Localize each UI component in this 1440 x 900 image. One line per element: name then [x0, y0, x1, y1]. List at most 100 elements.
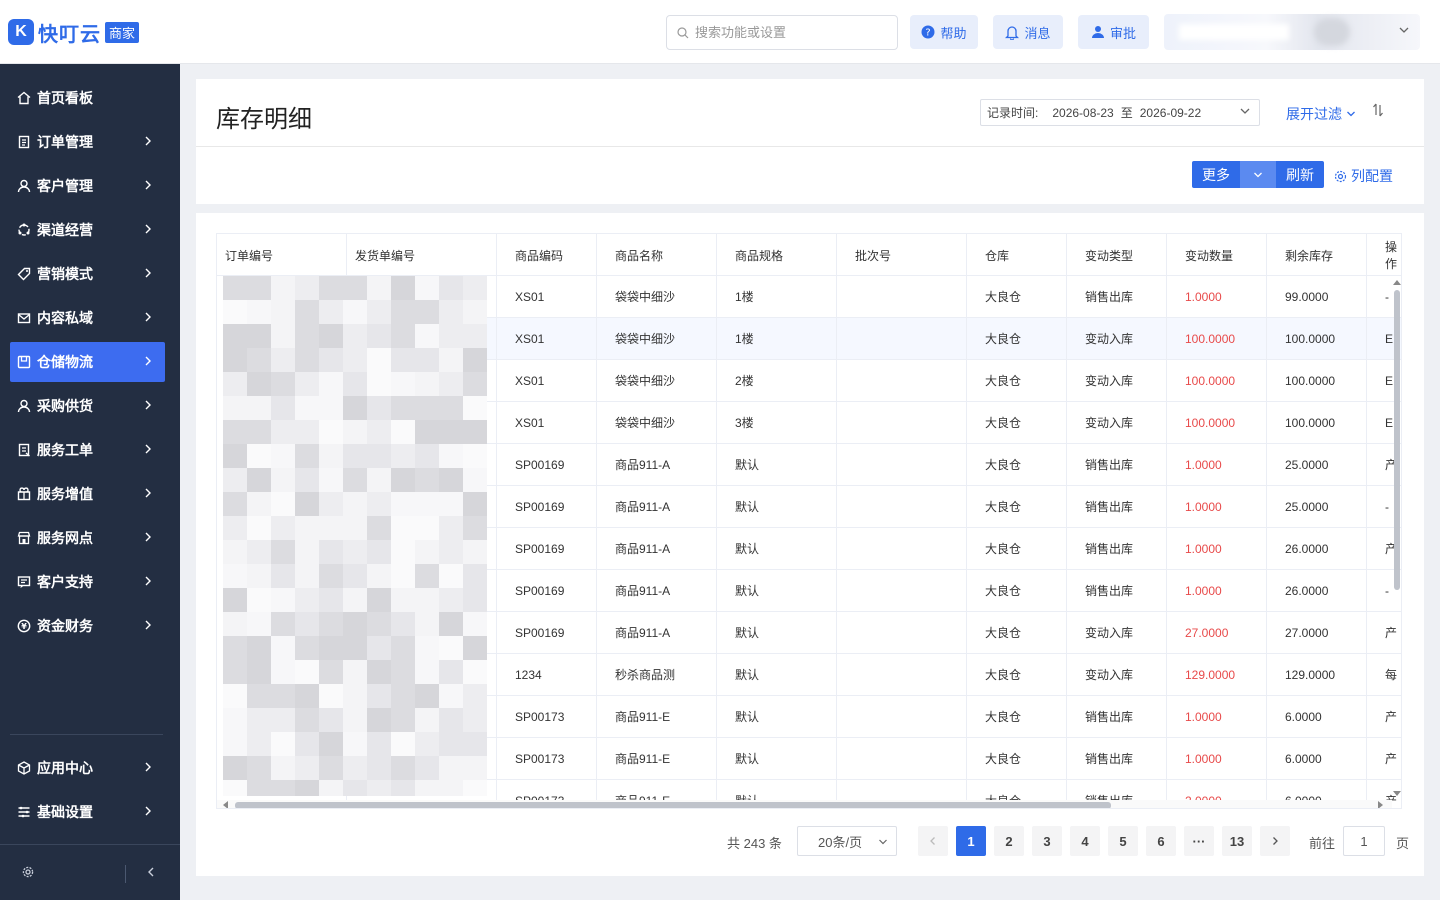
redaction-pixel — [415, 324, 439, 348]
gear-icon[interactable] — [22, 866, 34, 881]
sidebar-item-6[interactable]: 仓储物流 — [10, 342, 165, 382]
column-header[interactable]: 剩余库存 — [1267, 234, 1367, 276]
sidebar-item-4[interactable]: 营销模式 — [10, 254, 165, 294]
column-header[interactable]: 变动类型 — [1067, 234, 1167, 276]
app-logo[interactable]: K 快叮云 商家 — [8, 18, 140, 46]
approval-button[interactable]: 审批 — [1078, 15, 1149, 49]
column-header[interactable]: 商品规格 — [717, 234, 837, 276]
remain-cell: 100.0000 — [1267, 318, 1367, 359]
sidebar-item-3[interactable]: 渠道经营 — [10, 210, 165, 250]
finance-icon: ¥ — [17, 619, 31, 633]
date-range-picker[interactable]: 记录时间: 2026-08-23 至 2026-09-22 — [980, 99, 1260, 126]
sidebar-item-7[interactable]: 采购供货 — [10, 386, 165, 426]
user-profile-menu[interactable] — [1164, 14, 1420, 50]
redaction-pixel — [319, 372, 343, 396]
support-icon — [17, 575, 31, 589]
redaction-pixel — [463, 636, 487, 660]
page-button[interactable]: 13 — [1222, 826, 1252, 856]
redaction-pixel — [367, 684, 391, 708]
search-input[interactable] — [695, 25, 885, 40]
column-header[interactable]: 发货单编号 — [347, 234, 497, 276]
expand-filter-link[interactable]: 展开过滤 — [1286, 104, 1356, 124]
spec-cell: 2楼 — [717, 360, 837, 401]
column-config-button[interactable]: 列配置 — [1334, 166, 1393, 186]
remain-cell: 25.0000 — [1267, 486, 1367, 527]
sidebar-item-8[interactable]: 服务工单 — [10, 430, 165, 470]
column-header[interactable]: 仓库 — [967, 234, 1067, 276]
redaction-pixel — [367, 420, 391, 444]
redaction-pixel — [271, 756, 295, 780]
redaction-pixel — [391, 660, 415, 684]
sort-icon[interactable] — [1372, 103, 1384, 120]
next-page-button[interactable] — [1260, 826, 1290, 856]
sidebar-bottom-item-0[interactable]: 应用中心 — [10, 748, 165, 788]
redaction-pixel — [463, 276, 487, 300]
redaction-pixel — [295, 492, 319, 516]
sidebar-item-2[interactable]: 客户管理 — [10, 166, 165, 206]
chevron-right-icon — [143, 486, 153, 503]
page-button[interactable]: 4 — [1070, 826, 1100, 856]
goto-page-input[interactable] — [1343, 826, 1385, 856]
remain-cell: 6.0000 — [1267, 696, 1367, 737]
column-header[interactable]: 订单编号 — [217, 234, 347, 276]
search-box[interactable] — [666, 15, 898, 50]
collapse-sidebar-icon[interactable] — [146, 866, 156, 881]
sidebar-item-1[interactable]: 订单管理 — [10, 122, 165, 162]
redaction-pixel — [415, 396, 439, 420]
redaction-pixel — [343, 660, 367, 684]
redaction-pixel — [415, 564, 439, 588]
column-header[interactable]: 商品编码 — [497, 234, 597, 276]
redaction-pixel — [463, 300, 487, 324]
date-to[interactable]: 2026-09-22 — [1140, 106, 1201, 120]
page-button[interactable]: 5 — [1108, 826, 1138, 856]
column-header[interactable]: 变动数量 — [1167, 234, 1267, 276]
redaction-pixel — [295, 708, 319, 732]
redaction-pixel — [439, 732, 463, 756]
redaction-pixel — [391, 396, 415, 420]
refresh-button[interactable]: 刷新 — [1276, 161, 1324, 188]
sidebar-item-5[interactable]: 内容私域 — [10, 298, 165, 338]
redaction-pixel — [271, 780, 295, 796]
page-button[interactable]: 3 — [1032, 826, 1062, 856]
sidebar-item-0[interactable]: 首页看板 — [10, 78, 165, 118]
date-from[interactable]: 2026-08-23 — [1052, 106, 1113, 120]
sidebar-item-label: 订单管理 — [37, 134, 93, 150]
column-header[interactable]: 操作 — [1367, 234, 1401, 276]
sidebar-bottom-item-1[interactable]: 基础设置 — [10, 792, 165, 832]
redaction-pixel — [463, 660, 487, 684]
column-header[interactable]: 批次号 — [837, 234, 967, 276]
redaction-pixel — [415, 708, 439, 732]
redaction-pixel — [319, 348, 343, 372]
more-button[interactable]: 更多 — [1192, 161, 1240, 188]
more-dropdown-button[interactable] — [1240, 161, 1276, 188]
vertical-scrollbar[interactable] — [1392, 278, 1401, 800]
qty-cell: 1.0000 — [1167, 444, 1267, 485]
page-title: 库存明细 — [216, 105, 312, 133]
redaction-pixel — [223, 780, 247, 796]
sidebar-item-10[interactable]: 服务网点 — [10, 518, 165, 558]
home-icon — [17, 91, 31, 105]
vertical-scroll-thumb[interactable] — [1394, 290, 1400, 590]
redaction-pixel — [319, 444, 343, 468]
code-cell: SP00173 — [497, 696, 597, 737]
sidebar-item-12[interactable]: ¥ 资金财务 — [10, 606, 165, 646]
sidebar-item-9[interactable]: 服务增值 — [10, 474, 165, 514]
redaction-pixel — [391, 708, 415, 732]
page-button[interactable]: 1 — [956, 826, 986, 856]
horizontal-scroll-thumb[interactable] — [235, 802, 1111, 808]
type-cell: 变动入库 — [1067, 402, 1167, 443]
sidebar-item-label: 资金财务 — [37, 618, 93, 634]
prev-page-button[interactable] — [918, 826, 948, 856]
sidebar-item-11[interactable]: 客户支持 — [10, 562, 165, 602]
horizontal-scrollbar[interactable] — [217, 800, 1392, 808]
column-header[interactable]: 商品名称 — [597, 234, 717, 276]
messages-button[interactable]: 消息 — [993, 15, 1063, 49]
pagination: 共 243 条 20条/页 123456 ··· 13 前往 页 — [196, 826, 1424, 856]
page-button[interactable]: 6 — [1146, 826, 1176, 856]
page-button[interactable]: 2 — [994, 826, 1024, 856]
mail-icon — [17, 311, 31, 325]
page-ellipsis[interactable]: ··· — [1184, 826, 1214, 856]
page-size-select[interactable]: 20条/页 — [797, 826, 897, 856]
spec-cell: 默认 — [717, 738, 837, 779]
help-button[interactable]: ? 帮助 — [910, 15, 978, 49]
